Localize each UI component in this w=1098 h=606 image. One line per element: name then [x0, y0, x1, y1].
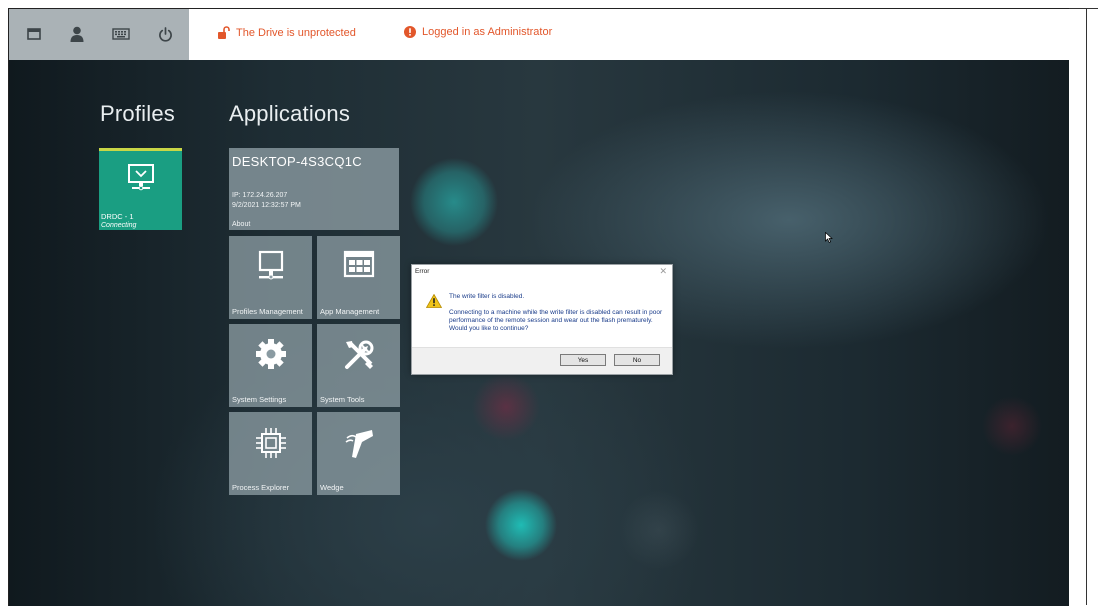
- user-icon[interactable]: [64, 21, 90, 47]
- taskbar: The Drive is unprotected Logged in as Ad…: [9, 9, 1069, 60]
- profile-status: Connecting: [101, 222, 137, 229]
- app-tile-system-settings[interactable]: System Settings: [229, 324, 312, 407]
- login-status-text: Logged in as Administrator: [422, 26, 553, 38]
- desktop-tile[interactable]: DESKTOP-4S3CQ1C IP: 172.24.26.207 9/2/20…: [229, 148, 399, 230]
- about-link[interactable]: About: [232, 221, 250, 228]
- desktop-ip: IP: 172.24.26.207: [232, 192, 288, 199]
- window-frame: The Drive is unprotected Logged in as Ad…: [8, 8, 1069, 606]
- tools-icon: [344, 340, 373, 369]
- close-icon[interactable]: ✕: [659, 266, 667, 277]
- applications-heading: Applications: [229, 101, 351, 126]
- gear-icon: [255, 339, 286, 369]
- profile-tile[interactable]: DRDC - 1 Connecting: [99, 148, 182, 230]
- app-tile-wedge[interactable]: Wedge: [317, 412, 400, 495]
- taskbar-icon-group: [9, 9, 189, 60]
- dialog-message: Connecting to a machine while the write …: [449, 309, 663, 332]
- mouse-cursor-icon: [825, 232, 833, 243]
- app-tile-process-explorer[interactable]: Process Explorer: [229, 412, 312, 495]
- unlock-icon: [218, 26, 230, 39]
- app-label: Profiles Management: [232, 307, 303, 316]
- dialog-title: Error: [415, 268, 430, 275]
- dialog-footer: Yes No: [412, 347, 672, 374]
- dialog-heading: The write filter is disabled.: [449, 293, 525, 300]
- app-label: Wedge: [320, 483, 344, 492]
- app-label: System Settings: [232, 395, 287, 404]
- app-tile-profiles-management[interactable]: Profiles Management: [229, 236, 312, 319]
- warning-icon: [426, 294, 442, 308]
- grid-window-icon: [343, 250, 374, 278]
- power-icon[interactable]: [152, 21, 178, 47]
- app-tile-app-management[interactable]: App Management: [317, 236, 400, 319]
- border-line: [1069, 8, 1098, 9]
- yes-button[interactable]: Yes: [560, 354, 606, 366]
- monitor-icon: [258, 250, 283, 280]
- app-tile-system-tools[interactable]: System Tools: [317, 324, 400, 407]
- desktop-datetime: 9/2/2021 12:32:57 PM: [232, 202, 301, 209]
- profile-name: DRDC - 1: [101, 212, 134, 221]
- window-icon[interactable]: [21, 21, 47, 47]
- keyboard-icon[interactable]: [108, 21, 134, 47]
- info-icon: [404, 26, 416, 38]
- desktop-background: Profiles Applications DRDC - 1 Connectin…: [9, 60, 1069, 606]
- profiles-heading: Profiles: [100, 101, 175, 126]
- drive-status-text: The Drive is unprotected: [236, 26, 356, 39]
- app-label: Process Explorer: [232, 483, 290, 492]
- login-status[interactable]: Logged in as Administrator: [404, 26, 552, 38]
- app-label: App Management: [320, 307, 380, 316]
- monitor-icon: [127, 164, 154, 191]
- drive-status[interactable]: The Drive is unprotected: [217, 26, 356, 39]
- no-button[interactable]: No: [614, 354, 660, 366]
- error-dialog: Error ✕ The write filter is disabled. Co…: [411, 264, 673, 375]
- chip-icon: [255, 428, 286, 458]
- desktop-name: DESKTOP-4S3CQ1C: [232, 154, 362, 169]
- app-label: System Tools: [320, 395, 365, 404]
- border-line: [1086, 8, 1087, 605]
- barcode-scanner-icon: [345, 430, 373, 458]
